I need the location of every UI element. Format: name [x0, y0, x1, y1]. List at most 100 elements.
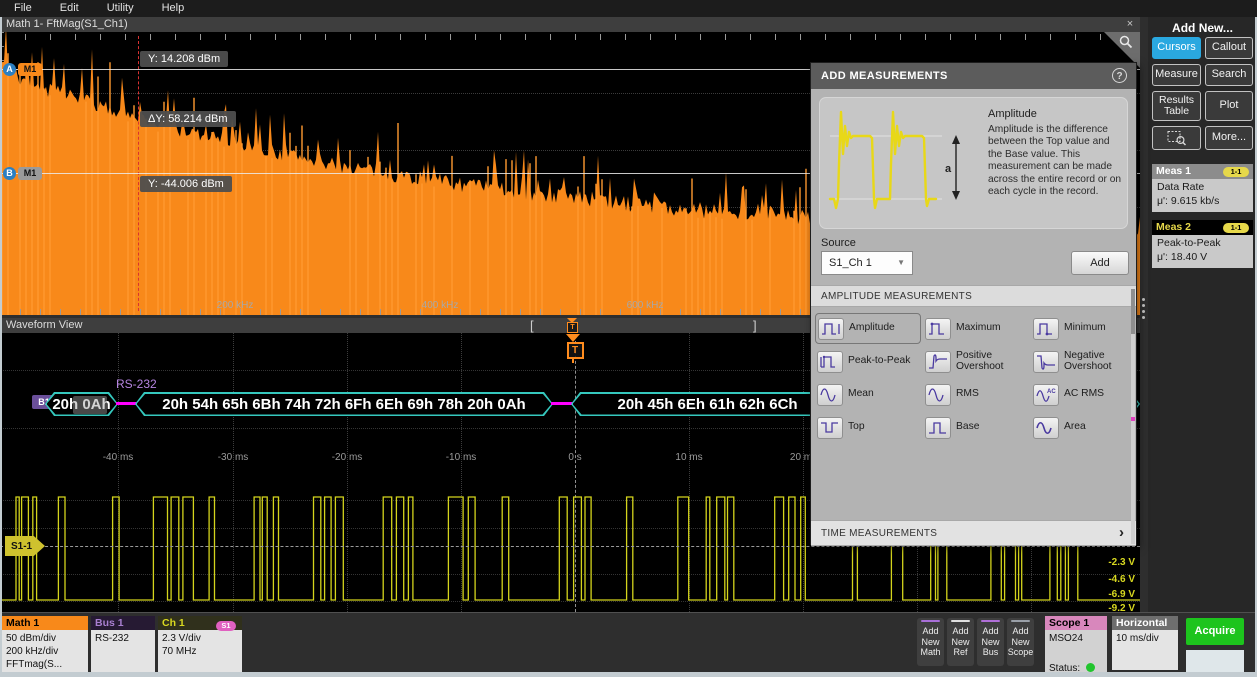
math1-span: 200 kHz/div	[6, 645, 84, 658]
zoom-select-icon	[1167, 130, 1187, 146]
menu-utility[interactable]: Utility	[93, 0, 148, 17]
help-icon[interactable]: ?	[1112, 68, 1127, 83]
horizontal-scale: 10 ms/div	[1116, 632, 1174, 645]
packet-ghost-overlay	[73, 396, 107, 414]
add-measurements-dialog: ADD MEASUREMENTS ? a Amplitude Amplitude…	[810, 62, 1137, 545]
window-frame-left	[0, 17, 2, 677]
fft-panel-titlebar[interactable]: Math 1- FftMag(S1_Ch1)	[0, 17, 1140, 32]
math-color-bar	[921, 620, 940, 622]
math1-name: Math 1	[2, 616, 88, 630]
meas2-card[interactable]: Meas 2 1-1 Peak-to-Peak μ': 18.40 V	[1152, 220, 1253, 268]
description-text: Amplitude is the difference between the …	[988, 124, 1122, 199]
measure-button[interactable]: Measure	[1152, 64, 1201, 86]
bus-idle-link	[116, 402, 137, 405]
measurement-top[interactable]: Top	[815, 412, 921, 443]
description-title: Amplitude	[988, 108, 1037, 120]
measurement-positive-overshoot[interactable]: Positive Overshoot	[923, 346, 1029, 377]
positive-overshoot-icon	[925, 351, 951, 373]
expand-chevron-icon[interactable]: ›	[1119, 520, 1124, 546]
bus1-name: Bus 1	[91, 616, 155, 630]
amplitude-icon	[818, 318, 844, 340]
magnifier-icon[interactable]	[1118, 34, 1134, 50]
trigger-flag-stem	[572, 357, 574, 363]
menu-edit[interactable]: Edit	[46, 0, 93, 17]
source-select[interactable]: S1_Ch 1 ▼	[821, 251, 913, 275]
meas1-card[interactable]: Meas 1 1-1 Data Rate μ': 9.615 kb/s	[1152, 164, 1253, 212]
horizontal-card[interactable]: Horizontal 10 ms/div	[1112, 616, 1178, 670]
add-new-math-button[interactable]: Add New Math	[917, 618, 944, 666]
trigger-flag-arrow[interactable]	[566, 334, 580, 342]
time-label: -10 ms	[446, 452, 477, 463]
measurement-peak-to-peak[interactable]: Peak-to-Peak	[815, 346, 921, 377]
ground-reference-line	[0, 546, 1140, 547]
bus-packet: 20h 0Ah	[45, 392, 118, 416]
measurement-ac-rms[interactable]: AC AC RMS	[1031, 379, 1137, 410]
add-new-scope-button[interactable]: Add New Scope	[1007, 618, 1034, 666]
panel-drag-handle[interactable]	[1142, 298, 1145, 322]
meas1-name: Meas 1	[1156, 165, 1191, 177]
math1-function: FFTmag(S...	[6, 658, 84, 671]
measurement-description-card: a Amplitude Amplitude is the difference …	[819, 97, 1128, 229]
measurement-area[interactable]: Area	[1031, 412, 1137, 443]
acquire-panel[interactable]	[1186, 650, 1244, 672]
scrollbar-marker	[1131, 417, 1135, 421]
cursor-a-circle[interactable]: A	[3, 63, 16, 76]
measurement-negative-overshoot[interactable]: Negative Overshoot	[1031, 346, 1137, 377]
callout-button[interactable]: Callout	[1205, 37, 1253, 59]
minimum-icon	[1033, 318, 1059, 340]
rms-icon	[925, 384, 951, 406]
volt-label: -2.3 V	[1085, 557, 1135, 568]
arrow-label: a	[945, 163, 952, 175]
measurement-minimum[interactable]: Minimum	[1031, 313, 1137, 344]
math1-badge[interactable]: Math 1 50 dBm/div 200 kHz/div FFTmag(S..…	[2, 616, 88, 675]
measurement-rms[interactable]: RMS	[923, 379, 1029, 410]
top-icon	[817, 417, 843, 439]
bottombar: Math 1 50 dBm/div 200 kHz/div FFTmag(S..…	[0, 612, 1257, 674]
dialog-titlebar[interactable]: ADD MEASUREMENTS	[811, 63, 1136, 89]
menu-file[interactable]: File	[0, 0, 46, 17]
zoom-bracket-right[interactable]: ]	[753, 318, 757, 333]
measurement-base[interactable]: Base	[923, 412, 1029, 443]
time-label: -30 ms	[218, 452, 249, 463]
cursor-b-m1-badge: M1	[18, 167, 42, 180]
add-new-bus-button[interactable]: Add New Bus	[977, 618, 1004, 666]
measurement-mean[interactable]: Mean	[815, 379, 921, 410]
window-frame-bottom	[0, 672, 1257, 677]
scope1-name: Scope 1	[1045, 616, 1107, 630]
scope-color-bar	[1011, 620, 1030, 622]
math1-scale: 50 dBm/div	[6, 632, 84, 645]
time-measurements-section[interactable]: TIME MEASUREMENTS	[811, 520, 1136, 546]
bus1-badge[interactable]: Bus 1 RS-232	[91, 616, 155, 675]
search-button[interactable]: Search	[1205, 64, 1253, 86]
volt-label: -4.6 V	[1085, 574, 1135, 585]
peak-to-peak-icon	[817, 351, 843, 373]
time-label: 20 m	[790, 452, 812, 463]
ac-rms-icon: AC	[1033, 384, 1059, 406]
sidebar: Add New... Cursors Callout Measure Searc…	[1148, 17, 1257, 612]
ch1-badge[interactable]: Ch 1 S1 2.3 V/div 70 MHz	[158, 616, 242, 675]
menu-help[interactable]: Help	[148, 0, 199, 17]
cursors-button[interactable]: Cursors	[1152, 37, 1201, 59]
scope1-card[interactable]: Scope 1 MSO24 Status:	[1045, 616, 1107, 677]
trigger-marker-small-box[interactable]: T	[567, 322, 578, 333]
plot-button[interactable]: Plot	[1205, 91, 1253, 121]
add-new-ref-button[interactable]: Add New Ref	[947, 618, 974, 666]
zoom-select-button[interactable]	[1152, 126, 1201, 150]
meas2-source-badge: 1-1	[1223, 223, 1249, 233]
time-label: -40 ms	[103, 452, 134, 463]
zoom-bracket-left[interactable]: [	[530, 318, 534, 333]
bus1-type: RS-232	[95, 632, 151, 645]
trigger-flag[interactable]: T	[567, 342, 584, 359]
measurement-amplitude[interactable]: Amplitude	[815, 313, 921, 344]
acquire-button[interactable]: Acquire	[1186, 618, 1244, 645]
cursor-b-circle[interactable]: B	[3, 167, 16, 180]
fft-close-icon[interactable]: ×	[1122, 17, 1138, 32]
dialog-scrollbar-thumb[interactable]	[1131, 289, 1135, 334]
measurement-maximum[interactable]: Maximum	[923, 313, 1029, 344]
time-label: -20 ms	[332, 452, 363, 463]
results-table-button[interactable]: Results Table	[1152, 91, 1201, 121]
bus-packet: 20h 54h 65h 6Bh 74h 72h 6Fh 6Eh 69h 78h …	[135, 392, 553, 416]
more-button[interactable]: More...	[1205, 126, 1253, 150]
add-button[interactable]: Add	[1071, 251, 1129, 275]
time-label: 10 ms	[675, 452, 702, 463]
